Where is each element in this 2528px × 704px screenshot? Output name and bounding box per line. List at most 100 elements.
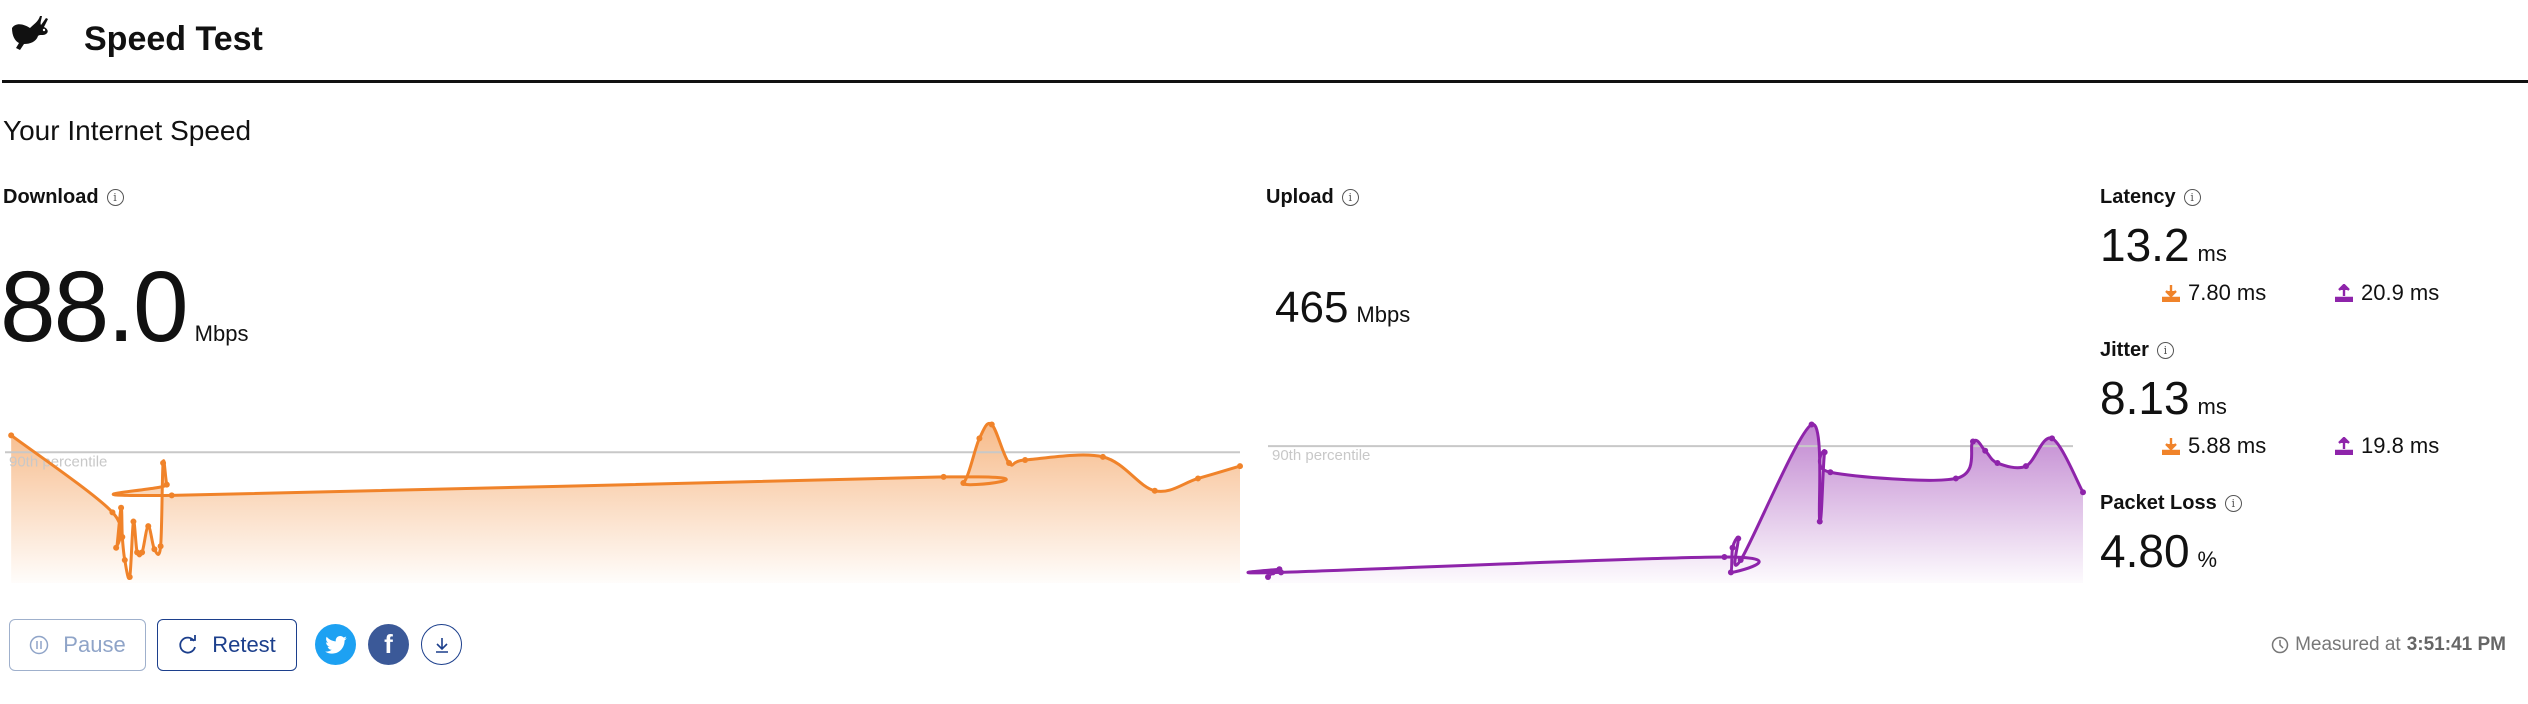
- jitter-download: 5.88 ms: [2162, 433, 2266, 459]
- upload-value: 465 Mbps: [1275, 283, 1410, 333]
- chart-point: [157, 543, 164, 550]
- section-title: Your Internet Speed: [3, 115, 252, 146]
- info-icon[interactable]: i: [1341, 189, 1359, 206]
- chart-point: [163, 481, 170, 488]
- measured-at: Measured at 3:51:41 PM: [2271, 634, 2506, 656]
- measured-time: 3:51:41 PM: [2406, 634, 2506, 655]
- chart-point: [1994, 460, 2001, 467]
- jitter-download-value: 5.88 ms: [2188, 433, 2267, 458]
- chart-point: [119, 533, 126, 540]
- chart-point: [1269, 569, 1276, 576]
- pause-icon: [30, 635, 49, 655]
- upload-arrow-icon: [2335, 437, 2353, 455]
- upload-unit: Mbps: [1356, 302, 1411, 327]
- chart-point: [139, 549, 146, 556]
- save-result-button[interactable]: [421, 624, 462, 665]
- download-arrow-icon: [2162, 438, 2180, 455]
- retest-button[interactable]: Retest: [157, 619, 297, 671]
- chart-point: [1195, 475, 1202, 482]
- chart-point: [976, 435, 983, 442]
- chart-point: [1827, 469, 1834, 476]
- chart-point: [118, 504, 125, 511]
- download-number: 88.0: [0, 251, 189, 363]
- chart-area-fill: [11, 423, 1240, 583]
- chart-point: [126, 574, 133, 580]
- rabbit-icon: [12, 16, 48, 50]
- chart-point: [145, 523, 152, 530]
- download-icon: [435, 637, 448, 653]
- jitter-label-text: Jitter: [2100, 339, 2149, 361]
- jitter-upload-value: 19.8 ms: [2361, 433, 2440, 458]
- pause-button[interactable]: Pause: [9, 619, 146, 671]
- download-value: 88.0 Mbps: [0, 250, 248, 365]
- measured-prefix: Measured at: [2295, 634, 2401, 655]
- info-icon[interactable]: i: [106, 189, 124, 206]
- chart-point: [2049, 435, 2056, 442]
- chart-point: [1952, 475, 1959, 482]
- chart-point: [1265, 574, 1271, 580]
- chart-point: [960, 480, 967, 487]
- upload-number: 465: [1275, 283, 1349, 332]
- chart-point: [151, 546, 158, 553]
- packet-loss-unit: %: [2197, 547, 2218, 572]
- refresh-icon: [179, 635, 197, 654]
- jitter-unit: ms: [2197, 394, 2227, 419]
- chart-point: [1727, 569, 1734, 576]
- facebook-share-button[interactable]: f: [368, 624, 409, 665]
- download-label-text: Download: [3, 186, 99, 208]
- download-label: Download i: [3, 186, 124, 209]
- upload-label: Upload i: [1266, 186, 1359, 209]
- chart-point: [940, 473, 947, 480]
- jitter-value: 8.13 ms: [2100, 371, 2227, 425]
- chart-point: [1816, 518, 1823, 525]
- latency-upload: 20.9 ms: [2335, 280, 2439, 306]
- chart-point: [8, 432, 15, 439]
- chart-point: [1237, 463, 1243, 470]
- latency-download: 7.80 ms: [2162, 280, 2266, 306]
- chart-point: [2080, 489, 2086, 496]
- twitter-share-button[interactable]: [315, 624, 356, 665]
- clock-icon: [2271, 636, 2289, 654]
- header-divider: [2, 80, 2528, 83]
- info-icon[interactable]: i: [2183, 189, 2201, 206]
- packet-loss-value: 4.80 %: [2100, 524, 2217, 578]
- chart-point: [1099, 453, 1106, 460]
- chart-point: [1006, 460, 1013, 467]
- chart-point: [160, 460, 167, 467]
- chart-point: [1735, 535, 1742, 542]
- chart-point: [1969, 438, 1976, 445]
- info-icon[interactable]: i: [2224, 495, 2242, 512]
- latency-upload-value: 20.9 ms: [2361, 280, 2440, 305]
- latency-label: Latency i: [2100, 186, 2201, 209]
- retest-label: Retest: [212, 632, 276, 657]
- packet-loss-label-text: Packet Loss: [2100, 492, 2217, 514]
- pause-label: Pause: [63, 632, 126, 657]
- chart-point: [168, 492, 175, 499]
- jitter-label: Jitter i: [2100, 339, 2174, 362]
- chart-point: [1808, 421, 1815, 428]
- chart-point: [1729, 544, 1736, 551]
- latency-number: 13.2: [2100, 219, 2190, 271]
- chart-point: [1151, 487, 1158, 494]
- chart-point: [1721, 553, 1728, 560]
- latency-value: 13.2 ms: [2100, 218, 2227, 272]
- upload-arrow-icon: [2335, 284, 2353, 302]
- chart-point: [1278, 569, 1285, 576]
- chart-point: [2022, 463, 2029, 470]
- download-chart: 90th percentile: [5, 421, 1243, 583]
- download-unit: Mbps: [194, 321, 249, 346]
- upload-chart: 90th percentile: [1246, 421, 2086, 583]
- percentile-label: 90th percentile: [1272, 447, 1370, 464]
- facebook-icon: f: [384, 629, 393, 659]
- jitter-upload: 19.8 ms: [2335, 433, 2439, 459]
- chart-point: [988, 421, 995, 428]
- chart-point: [1022, 456, 1029, 463]
- chart-point: [113, 544, 120, 551]
- info-icon[interactable]: i: [2156, 342, 2174, 359]
- chart-point: [1821, 449, 1828, 456]
- chart-point: [109, 509, 116, 516]
- latency-download-value: 7.80 ms: [2188, 280, 2267, 305]
- app-title: Speed Test: [84, 20, 263, 58]
- twitter-icon: [324, 635, 347, 654]
- chart-point: [130, 518, 137, 525]
